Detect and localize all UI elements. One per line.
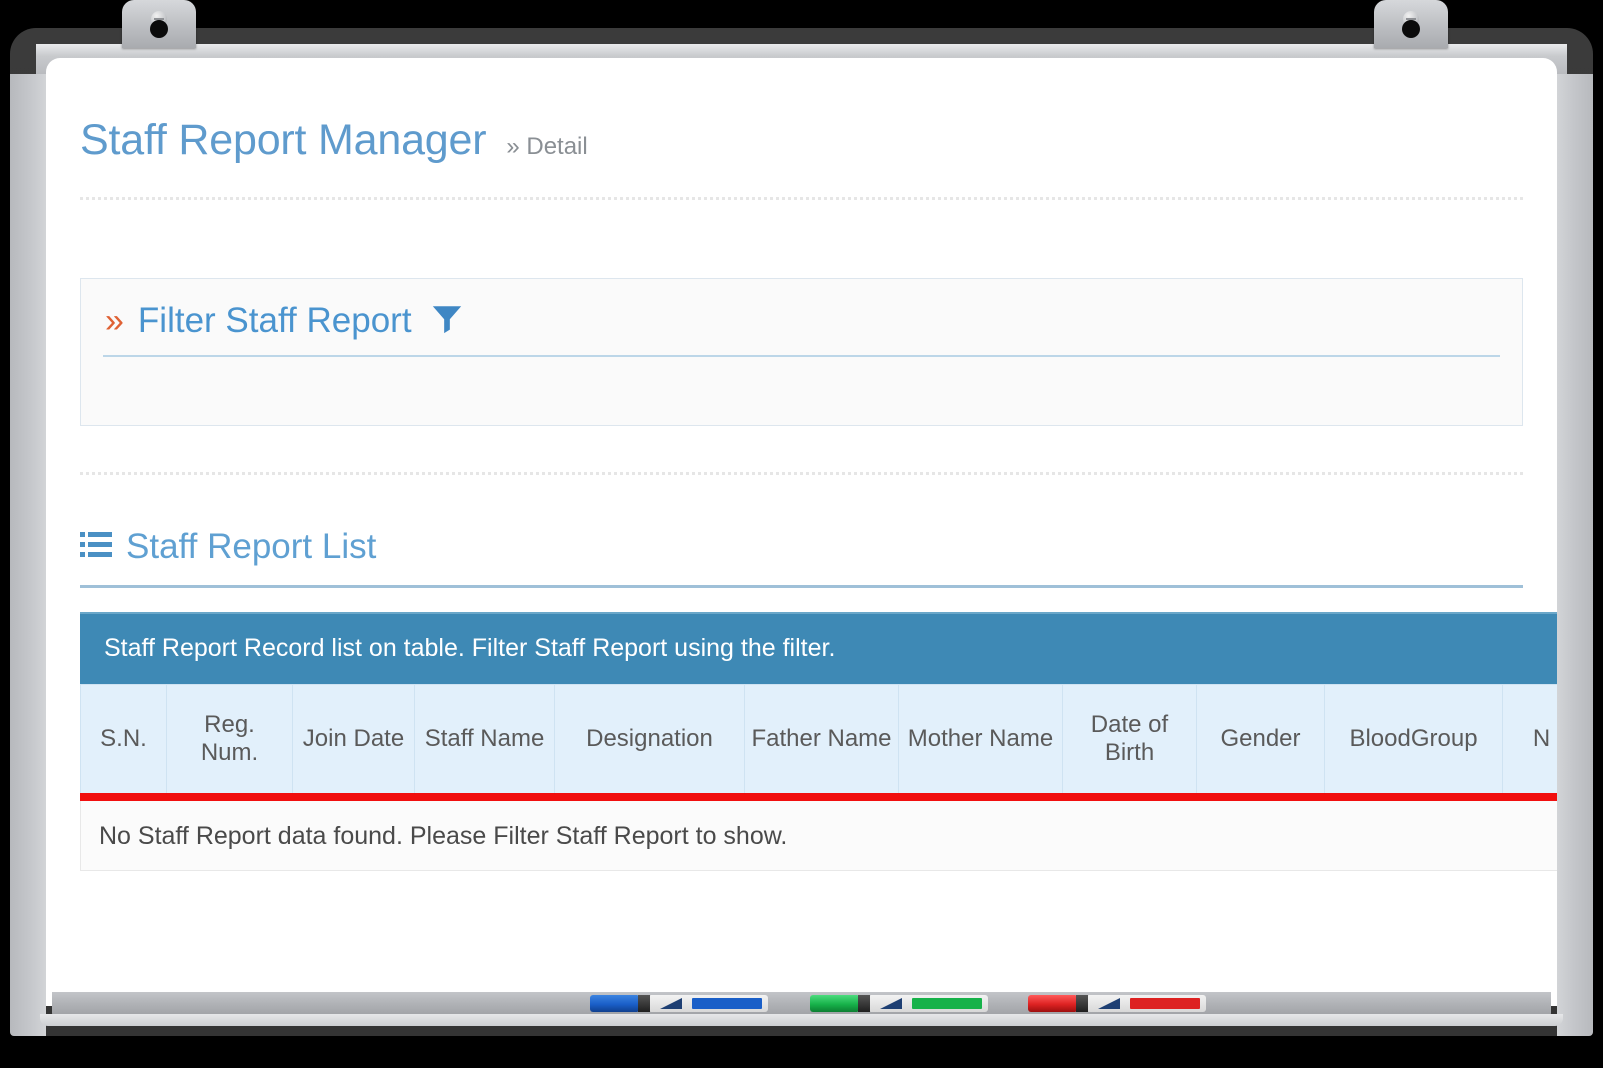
breadcrumb: » Detail — [506, 133, 587, 161]
column-header-designation[interactable]: Designation — [554, 684, 745, 795]
spacer-above-filter — [80, 200, 1523, 278]
red-marker-barrel — [1088, 995, 1206, 1012]
green-marker-cap — [810, 995, 858, 1012]
blue-marker[interactable] — [590, 995, 768, 1012]
column-header-bloodgroup[interactable]: BloodGroup — [1324, 684, 1503, 795]
whiteboard-right-rail — [1557, 74, 1593, 1036]
red-marker-cap — [1028, 995, 1076, 1012]
keyhole-icon — [150, 20, 168, 38]
list-section-rule — [80, 585, 1523, 588]
column-header-father-name[interactable]: Father Name — [744, 684, 899, 795]
spacer-below-filter — [80, 426, 1523, 472]
staff-report-table: S.N. Reg. Num. Join Date Staff Name Desi… — [80, 684, 1557, 797]
list-section-heading: Staff Report List — [80, 527, 1523, 567]
column-header-gender[interactable]: Gender — [1196, 684, 1325, 795]
th-list-icon — [80, 530, 112, 565]
red-marker[interactable] — [1028, 995, 1206, 1012]
table-empty-message: No Staff Report data found. Please Filte… — [80, 800, 1557, 871]
whiteboard-left-rail — [10, 74, 46, 1036]
column-header-join-date[interactable]: Join Date — [292, 684, 415, 795]
green-marker-stripe — [912, 998, 982, 1009]
spacer-above-list — [80, 475, 1523, 527]
filter-panel[interactable]: » Filter Staff Report — [80, 278, 1523, 426]
green-marker-barrel — [870, 995, 988, 1012]
green-marker-tip-icon — [880, 998, 902, 1009]
keyhole-icon — [1402, 20, 1420, 38]
filter-chevron-icon: » — [105, 302, 124, 340]
funnel-icon — [430, 302, 464, 341]
whiteboard-inner: Staff Report Manager » Detail » Filter S… — [10, 28, 1593, 1036]
red-marker-stripe — [1130, 998, 1200, 1009]
filter-panel-title: Filter Staff Report — [137, 301, 412, 340]
whiteboard-surface: Staff Report Manager » Detail » Filter S… — [46, 58, 1557, 1006]
breadcrumb-current: Detail — [526, 133, 588, 160]
app-page: Staff Report Manager » Detail » Filter S… — [46, 58, 1557, 1006]
blue-marker-collar — [638, 995, 650, 1012]
red-marker-tip-icon — [1098, 998, 1120, 1009]
green-marker[interactable] — [810, 995, 988, 1012]
column-header-truncated[interactable]: N — [1502, 684, 1557, 795]
blue-marker-cap — [590, 995, 638, 1012]
breadcrumb-chevron-icon: » — [506, 133, 520, 160]
column-header-sn[interactable]: S.N. — [80, 684, 167, 795]
green-marker-collar — [858, 995, 870, 1012]
list-section-title: Staff Report List — [126, 527, 377, 566]
report-table-container: Staff Report Record list on table. Filte… — [80, 612, 1557, 871]
red-marker-collar — [1076, 995, 1088, 1012]
page-header: Staff Report Manager » Detail — [80, 58, 1523, 165]
column-header-date-of-birth[interactable]: Date of Birth — [1062, 684, 1197, 795]
page-title: Staff Report Manager — [80, 116, 487, 164]
blue-marker-tip-icon — [660, 998, 682, 1009]
column-header-reg-num[interactable]: Reg. Num. — [166, 684, 293, 795]
table-banner: Staff Report Record list on table. Filte… — [80, 612, 1557, 684]
blue-marker-barrel — [650, 995, 768, 1012]
blue-marker-stripe — [692, 998, 762, 1009]
screenshot-scene: Staff Report Manager » Detail » Filter S… — [0, 0, 1603, 1068]
column-header-mother-name[interactable]: Mother Name — [898, 684, 1063, 795]
filter-panel-underline — [103, 355, 1500, 357]
column-header-staff-name[interactable]: Staff Name — [414, 684, 555, 795]
whiteboard-clip-left — [122, 0, 196, 48]
filter-panel-header[interactable]: » Filter Staff Report — [103, 301, 1500, 341]
whiteboard-clip-right — [1374, 0, 1448, 48]
table-header-row: S.N. Reg. Num. Join Date Staff Name Desi… — [80, 684, 1557, 795]
marker-tray-lip — [40, 1014, 1563, 1026]
